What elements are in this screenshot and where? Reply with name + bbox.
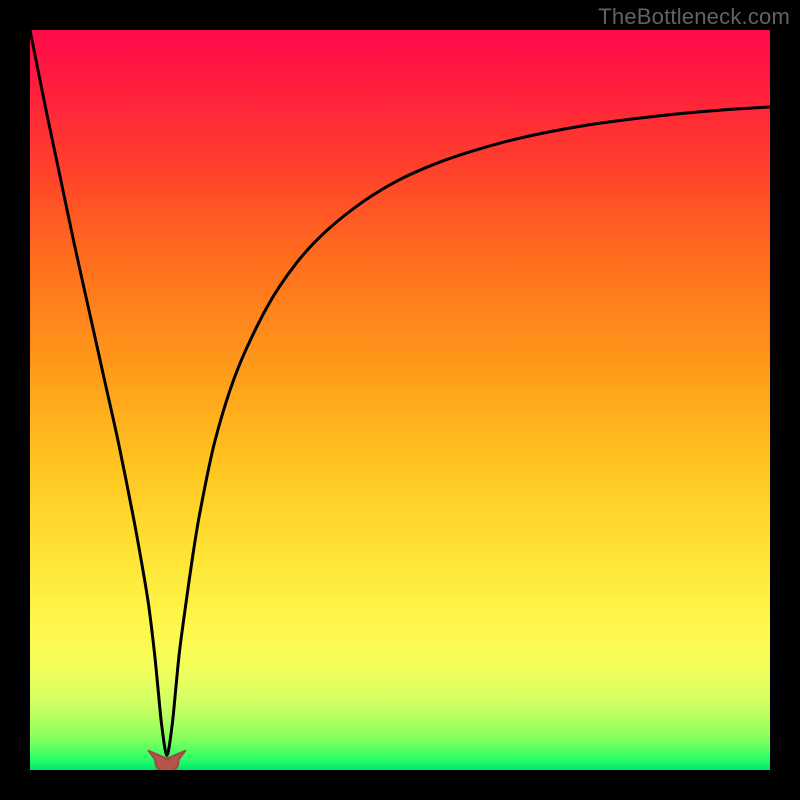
notch-marker (149, 751, 186, 770)
plot-area (30, 30, 770, 770)
chart-frame: TheBottleneck.com (0, 0, 800, 800)
watermark-text: TheBottleneck.com (598, 4, 790, 30)
bottleneck-curve (30, 30, 770, 755)
curve-layer (30, 30, 770, 770)
